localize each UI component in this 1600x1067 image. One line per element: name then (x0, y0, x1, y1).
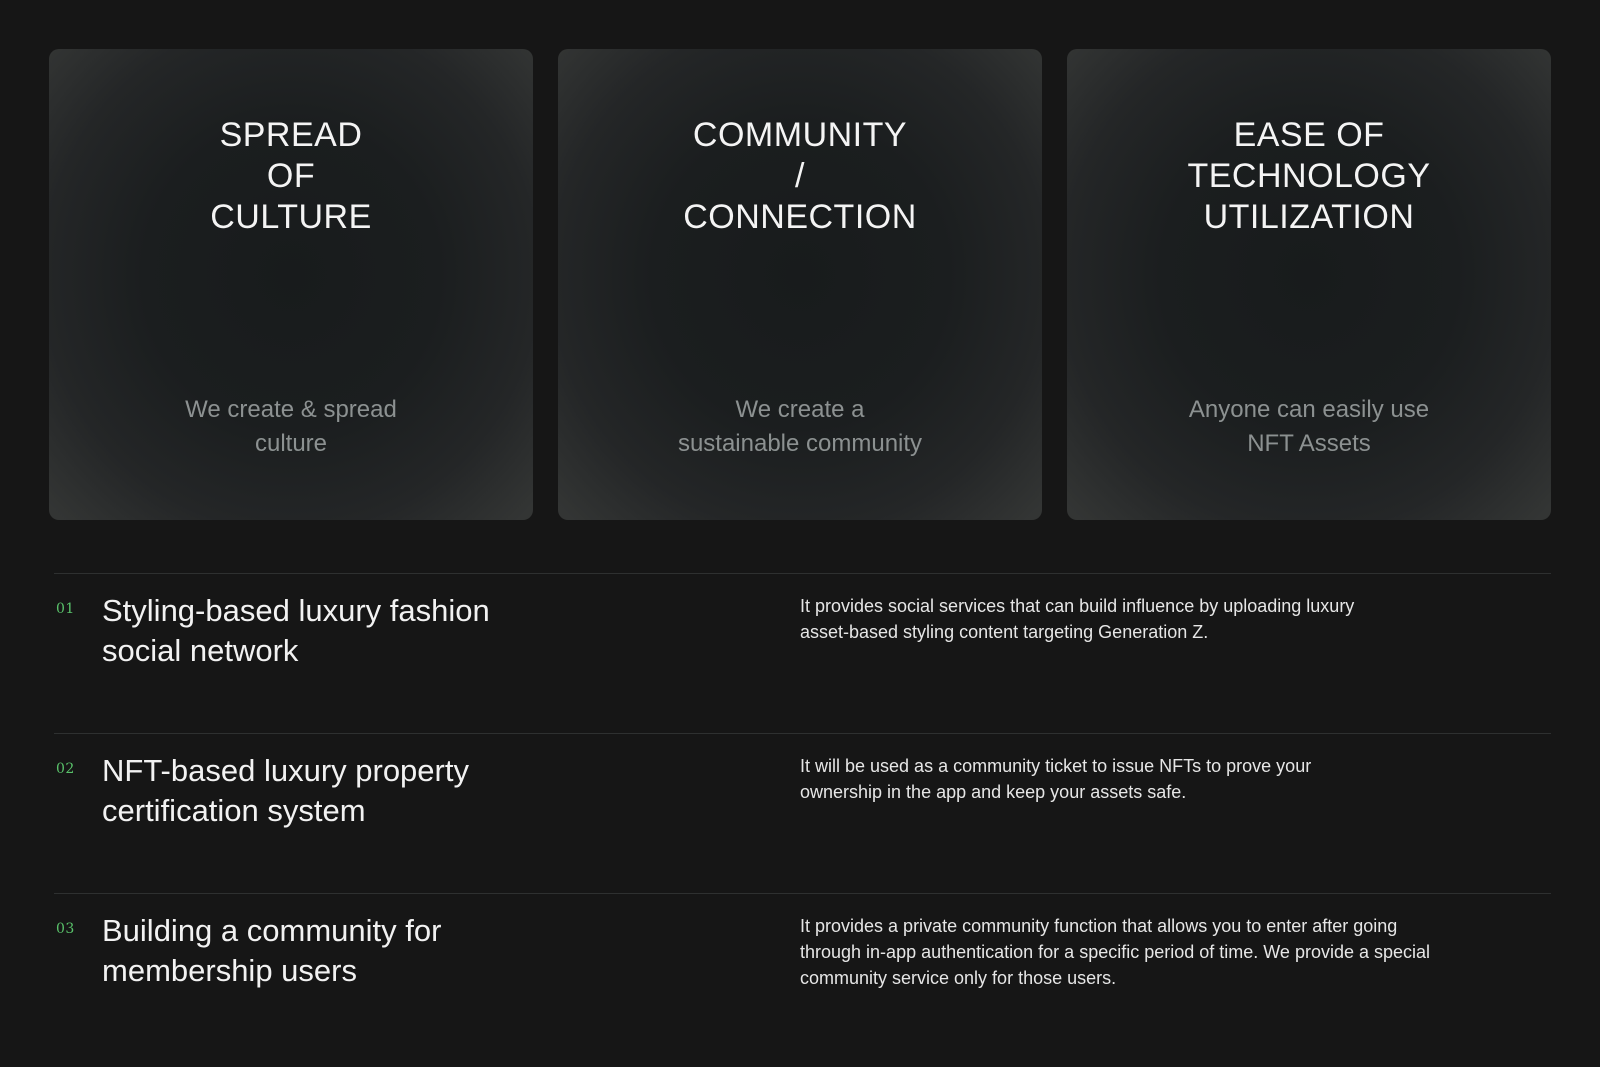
feature-number: 02 (56, 761, 75, 777)
feature-description: It will be used as a community ticket to… (800, 756, 1312, 802)
card-ease-of-technology: EASE OF TECHNOLOGY UTILIZATION Anyone ca… (1067, 49, 1551, 520)
feature-title: Building a community for membership user… (102, 913, 442, 988)
feature-list: 01 Styling-based luxury fashion social n… (54, 573, 1551, 1053)
feature-description: It provides a private community function… (800, 916, 1431, 988)
feature-row: 01 Styling-based luxury fashion social n… (54, 573, 1551, 733)
feature-number: 03 (56, 921, 75, 937)
card-title: SPREAD OF CULTURE (210, 116, 372, 236)
card-description: Anyone can easily use NFT Assets (1188, 396, 1430, 457)
card-spread-of-culture: SPREAD OF CULTURE We create & spread cul… (49, 49, 533, 520)
card-description: We create & spread culture (185, 396, 397, 457)
card-title: COMMUNITY / CONNECTION (683, 116, 917, 236)
feature-row: 03 Building a community for membership u… (54, 893, 1551, 1053)
feature-number: 01 (56, 601, 75, 617)
feature-title: Styling-based luxury fashion social netw… (102, 593, 490, 668)
feature-title: NFT-based luxury property certification … (102, 753, 469, 828)
card-community-connection: COMMUNITY / CONNECTION We create a susta… (558, 49, 1042, 520)
feature-row: 02 NFT-based luxury property certificati… (54, 733, 1551, 893)
card-description: We create a sustainable community (677, 396, 923, 457)
card-title: EASE OF TECHNOLOGY UTILIZATION (1187, 116, 1431, 236)
feature-description: It provides social services that can bui… (800, 596, 1355, 642)
value-cards: SPREAD OF CULTURE We create & spread cul… (49, 49, 1551, 520)
